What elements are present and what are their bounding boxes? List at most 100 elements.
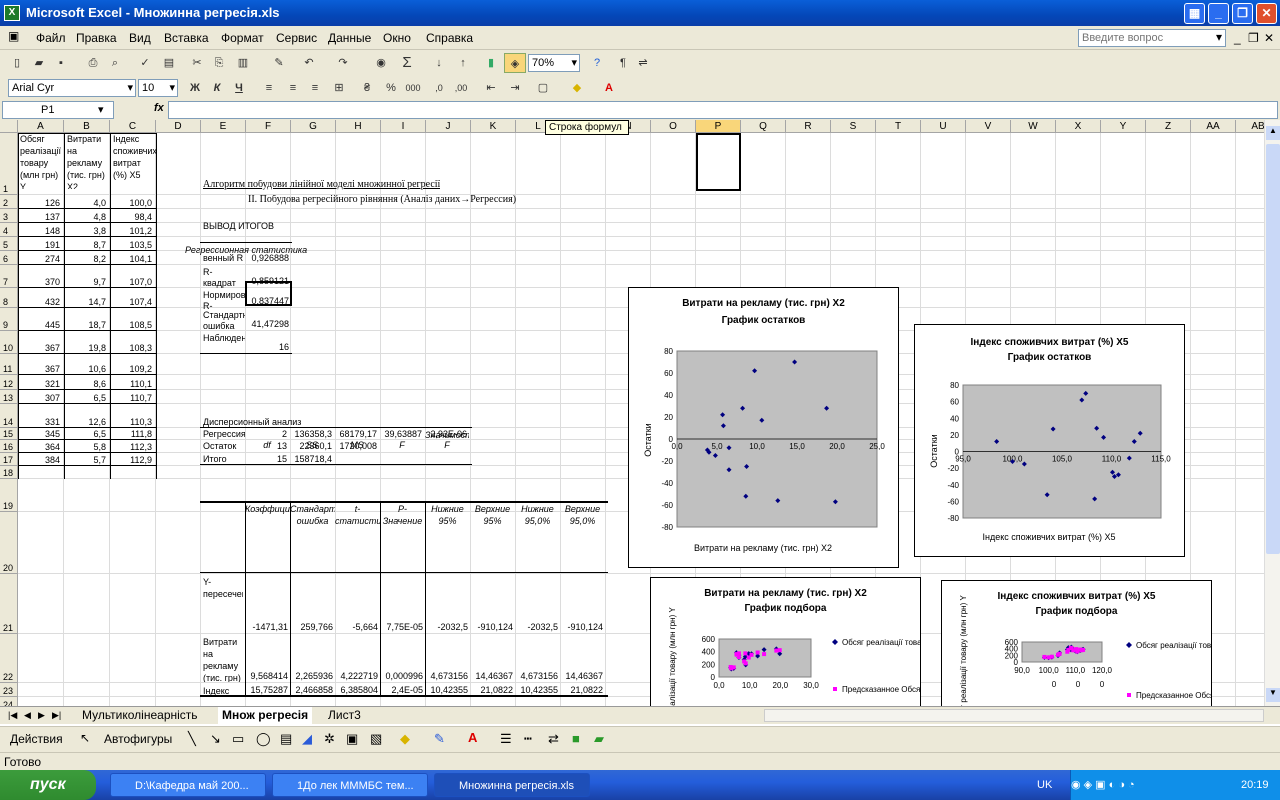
row-header-6[interactable]: 6 (0, 251, 18, 265)
close-button[interactable]: ✕ (1256, 3, 1277, 24)
minimize-button[interactable]: _ (1208, 3, 1229, 24)
column-header-z[interactable]: Z (1146, 120, 1191, 133)
autosum-icon[interactable]: Σ (396, 53, 418, 73)
save-icon[interactable]: ▪ (50, 53, 72, 73)
column-header-i[interactable]: I (381, 120, 426, 133)
preview-icon[interactable]: ⌕ (104, 53, 126, 73)
clipart-icon[interactable]: ▣ (346, 731, 358, 747)
row-header-10[interactable]: 10 (0, 331, 18, 354)
chart-residual-x2[interactable]: Витрати на рекламу (тис. грн) X2 График … (628, 287, 899, 568)
row-header-15[interactable]: 15 (0, 428, 18, 440)
compare-icon[interactable]: ⇌ (632, 53, 654, 73)
percent-icon[interactable]: % (380, 78, 402, 98)
shadow-icon[interactable]: ■ (572, 731, 580, 746)
row-header-24[interactable]: 24 (0, 697, 18, 706)
column-header-s[interactable]: S (831, 120, 876, 133)
row-header-12[interactable]: 12 (0, 375, 18, 390)
last-sheet-icon[interactable]: ▶| (52, 707, 61, 724)
dash-style-icon[interactable]: ┅ (524, 731, 532, 747)
new-icon[interactable]: ▯ (6, 53, 28, 73)
doc-restore-button[interactable]: ❐ (1248, 31, 1259, 45)
size-select[interactable]: 10 (138, 79, 178, 97)
task-word[interactable]: 1До лек МММБС тем... (272, 773, 428, 797)
row-header-23[interactable]: 23 (0, 683, 18, 697)
vertical-scrollbar[interactable]: ▲ ▼ (1264, 120, 1280, 706)
chart-fit-x2[interactable]: Витрати на рекламу (тис. грн) X2 График … (650, 577, 921, 706)
dec-decimal-icon[interactable]: ,00 (450, 78, 472, 98)
fill-color-icon[interactable]: ◆ (566, 78, 588, 98)
pointer-icon[interactable]: ↖ (80, 731, 90, 745)
autoshapes-menu[interactable]: Автофигуры (104, 732, 172, 746)
cut-icon[interactable]: ✂ (186, 53, 208, 73)
menu-view[interactable]: Вид (129, 31, 151, 45)
column-header-d[interactable]: D (156, 120, 201, 133)
line-style-icon[interactable]: ☰ (500, 731, 512, 747)
copy-icon[interactable]: ⎘ (208, 53, 230, 73)
paste-icon[interactable]: ▥ (232, 53, 254, 73)
3d-icon[interactable]: ▰ (594, 731, 604, 747)
doc-minimize-button[interactable]: _ (1234, 31, 1241, 45)
font-color-icon[interactable]: A (598, 78, 620, 98)
next-sheet-icon[interactable]: ▶ (38, 707, 45, 724)
column-header-w[interactable]: W (1011, 120, 1056, 133)
first-sheet-icon[interactable]: |◀ (8, 707, 17, 724)
doc-icon[interactable]: ▣ (8, 29, 19, 43)
align-left-icon[interactable]: ≡ (258, 78, 280, 98)
row-header-2[interactable]: 2 (0, 195, 18, 209)
sort-asc-icon[interactable]: ↓ (428, 53, 450, 73)
column-header-v[interactable]: V (966, 120, 1011, 133)
scroll-down-icon[interactable]: ▼ (1266, 688, 1280, 702)
row-header-16[interactable]: 16 (0, 440, 18, 453)
row-header-22[interactable]: 22 (0, 634, 18, 683)
column-header-c[interactable]: C (110, 120, 156, 133)
borders-icon[interactable]: ▢ (532, 78, 554, 98)
menu-data[interactable]: Данные (328, 31, 371, 45)
font-color-icon[interactable]: A (468, 730, 477, 745)
row-header-1[interactable]: 1 (0, 133, 18, 195)
scroll-up-icon[interactable]: ▲ (1266, 126, 1280, 140)
menu-window[interactable]: Окно (383, 31, 411, 45)
actions-menu[interactable]: Действия (10, 732, 63, 746)
fill-color-icon[interactable]: ◆ (400, 731, 410, 747)
toolbar-options-icon[interactable]: ¶ (612, 53, 634, 73)
picture-icon[interactable]: ▧ (370, 731, 382, 747)
row-header-4[interactable]: 4 (0, 223, 18, 237)
help-search-input[interactable] (1078, 29, 1226, 47)
font-select[interactable]: Arial Cyr (8, 79, 136, 97)
restore-button[interactable]: ❐ (1232, 3, 1253, 24)
start-button[interactable]: пуск (0, 770, 96, 800)
chart-fit-x5[interactable]: Індекс споживчих витрат (%) X5 График по… (941, 580, 1212, 706)
textbox-icon[interactable]: ▤ (280, 731, 292, 747)
column-header-t[interactable]: T (876, 120, 921, 133)
column-header-j[interactable]: J (426, 120, 471, 133)
row-header-11[interactable]: 11 (0, 354, 18, 375)
column-header-h[interactable]: H (336, 120, 381, 133)
chevron-down-icon[interactable]: ▾ (98, 103, 104, 116)
row-header-5[interactable]: 5 (0, 237, 18, 251)
tab-multicollinearity[interactable]: Мультиколінеарність (82, 707, 198, 724)
column-header-o[interactable]: O (651, 120, 696, 133)
inc-decimal-icon[interactable]: ,0 (428, 78, 450, 98)
row-header-13[interactable]: 13 (0, 390, 18, 404)
arrow-icon[interactable]: ↘ (210, 731, 221, 747)
diagram-icon[interactable]: ✲ (324, 731, 335, 747)
scroll-thumb[interactable] (1266, 144, 1280, 554)
worksheet-grid[interactable]: ABCDEFGHIJKLMNOPQRSTUVWXYZAAAB 123456789… (0, 120, 1264, 706)
bold-button[interactable]: Ж (184, 78, 206, 98)
oval-icon[interactable]: ◯ (256, 731, 271, 747)
redo-icon[interactable]: ↷ (332, 53, 354, 73)
row-header-17[interactable]: 17 (0, 453, 18, 466)
chevron-down-icon[interactable]: ▾ (1216, 30, 1222, 44)
column-header-b[interactable]: B (64, 120, 110, 133)
outdent-icon[interactable]: ⇤ (480, 78, 502, 98)
print-icon[interactable]: ⎙ (82, 53, 104, 73)
hyperlink-icon[interactable]: ◉ (370, 53, 392, 73)
align-center-icon[interactable]: ≡ (282, 78, 304, 98)
prev-sheet-icon[interactable]: ◀ (24, 707, 31, 724)
row-header-7[interactable]: 7 (0, 265, 18, 288)
column-header-e[interactable]: E (201, 120, 246, 133)
menu-file[interactable]: Файл (36, 31, 66, 45)
column-header-g[interactable]: G (291, 120, 336, 133)
header-b[interactable]: Витрати на рекламу (тис. грн) X2 (67, 133, 111, 189)
lang-indicator[interactable]: UK (1037, 770, 1052, 800)
